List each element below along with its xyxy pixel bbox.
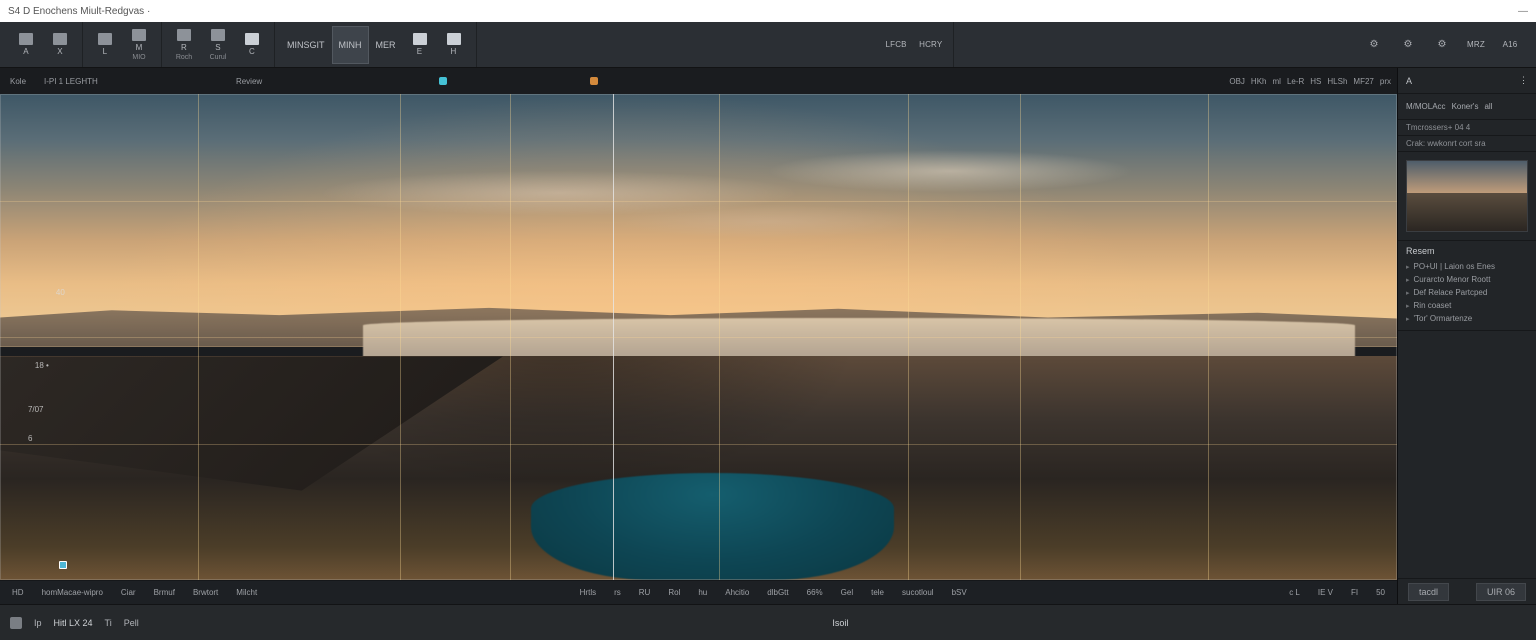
sp-property-row[interactable]: Def Relace Partcped (1406, 286, 1528, 299)
ruler-label: OBJ (1229, 77, 1245, 86)
status-item: Ti (105, 618, 112, 628)
infobar-review[interactable]: Review (232, 75, 266, 88)
ruler-label: HKh (1251, 77, 1267, 86)
gear-icon: ⚙ (1370, 39, 1379, 50)
ribbon-btn-a[interactable]: A (10, 27, 42, 63)
ribbon-btn-gear-2[interactable]: ⚙ (1392, 27, 1424, 63)
vb-item[interactable]: HD (8, 587, 28, 598)
gear-icon: ⚙ (1404, 39, 1413, 50)
sp-property-row[interactable]: 'Tor' Ormartenze (1406, 312, 1528, 325)
side-panel-tabs: M/MOLAcc Koner's all (1398, 94, 1536, 120)
ruler-label: HS (1310, 77, 1321, 86)
ribbon-btn-ais[interactable]: A16 (1494, 27, 1526, 63)
sp-section-title: Resem (1406, 246, 1528, 256)
viewer-infobar: Kole I-PI 1 LEGHTH Review OBJ HKh ml Le-… (0, 68, 1397, 94)
timeline-marker-amber[interactable] (590, 77, 598, 85)
status-mid-label: Isoil (832, 618, 848, 628)
ribbon-btn-lfcb[interactable]: LFCB (880, 27, 912, 63)
image-viewer[interactable]: 4018 •7/076 (0, 94, 1397, 580)
vb-item[interactable]: hu (694, 587, 711, 598)
vb-item[interactable]: Ahcitio (721, 587, 753, 598)
ruler-label: prx (1380, 77, 1391, 86)
sp-subline-1: Tmcrossers+ 04 4 (1398, 120, 1536, 136)
infobar-mode: Kole (6, 75, 30, 88)
ribbon-btn-e[interactable]: E (404, 27, 436, 63)
ribbon-btn-mio[interactable]: MMIO (123, 27, 155, 63)
vb-item[interactable]: Rol (664, 587, 684, 598)
vb-item[interactable]: sucotloul (898, 587, 938, 598)
timeline-marker-cyan[interactable] (439, 77, 447, 85)
sp-head-menu-icon[interactable]: ⋮ (1519, 75, 1528, 86)
vb-item[interactable]: Brmuf (150, 587, 179, 598)
preview-thumbnail[interactable] (1406, 160, 1528, 232)
ribbon-btn-roch[interactable]: RRoch (168, 27, 200, 63)
vb-item[interactable]: Hrtls (576, 587, 600, 598)
vb-item[interactable]: Milcht (232, 587, 261, 598)
vb-item[interactable]: bSV (948, 587, 971, 598)
canvas-image (0, 94, 1397, 580)
ribbon-btn-hcry[interactable]: HCRY (914, 27, 947, 63)
vb-zoom-value: 66% (803, 587, 827, 598)
sp-property-row[interactable]: PO+UI | Laion os Enes (1406, 260, 1528, 273)
ribbon-label-minsgit[interactable]: MINSGIT (281, 27, 331, 63)
ribbon-btn-inu[interactable]: C (236, 27, 268, 63)
ruler-label: HLSh (1327, 77, 1347, 86)
vb-item[interactable]: IE V (1314, 587, 1337, 598)
ruler-label: MF27 (1353, 77, 1373, 86)
vb-item[interactable]: dlbGtt (763, 587, 792, 598)
sp-subline-2: Crak: wwkonrt cort sra (1398, 136, 1536, 152)
ribbon-btn-x[interactable]: X (44, 27, 76, 63)
sp-ok-button[interactable]: UIR 06 (1476, 583, 1526, 601)
side-panel: A ⋮ M/MOLAcc Koner's all Tmcrossers+ 04 … (1398, 68, 1536, 604)
vb-item[interactable]: c L (1285, 587, 1304, 598)
vb-item[interactable]: Brwtort (189, 587, 222, 598)
sp-tab[interactable]: Koner's (1452, 102, 1479, 111)
ribbon-btn-gear-3[interactable]: ⚙ (1426, 27, 1458, 63)
vb-item[interactable]: Gel (837, 587, 857, 598)
vb-item[interactable]: RU (635, 587, 655, 598)
sp-cancel-button[interactable]: tacdl (1408, 583, 1449, 601)
side-panel-head: A ⋮ (1398, 68, 1536, 94)
infobar-info: I-PI 1 LEGHTH (40, 75, 102, 88)
ribbon-btn-mrz[interactable]: MRZ (1460, 27, 1492, 63)
status-bar: Ip Hitl LX 24 Ti Pell Isoil (0, 604, 1536, 640)
window-sys-icons[interactable]: — (1518, 6, 1528, 17)
vb-item[interactable]: FI (1347, 587, 1362, 598)
vb-item[interactable]: homMacae-wipro (38, 587, 107, 598)
vb-item[interactable]: rs (610, 587, 625, 598)
window-title: S4 D Enochens Miult-Redgvas · (8, 6, 150, 17)
vb-item[interactable]: tele (867, 587, 888, 598)
status-item: Pell (124, 618, 139, 628)
window-titlebar: S4 D Enochens Miult-Redgvas · — (0, 0, 1536, 22)
viewer-bottom-bar: HD homMacae-wipro Ciar Brmuf Brwtort Mil… (0, 580, 1397, 604)
sp-tab[interactable]: all (1484, 102, 1492, 111)
status-item: Hitl LX 24 (54, 618, 93, 628)
ribbon-btn-l[interactable]: L (89, 27, 121, 63)
ribbon-btn-gear-1[interactable]: ⚙ (1358, 27, 1390, 63)
ruler-label: ml (1272, 77, 1280, 86)
ruler-label: Le-R (1287, 77, 1304, 86)
sp-head-icon-a[interactable]: A (1406, 76, 1412, 86)
sp-property-row[interactable]: Curarcto Menor Roott (1406, 273, 1528, 286)
gear-icon: ⚙ (1438, 39, 1447, 50)
crop-handle[interactable] (59, 561, 67, 569)
vb-item[interactable]: Ciar (117, 587, 140, 598)
status-icon[interactable] (10, 617, 22, 629)
vb-item[interactable]: 50 (1372, 587, 1389, 598)
sp-tab[interactable]: M/MOLAcc (1406, 102, 1446, 111)
top-ribbon: A X L MMIO RRoch SCurul C MINSGIT MINH M… (0, 22, 1536, 68)
ribbon-btn-curul[interactable]: SCurul (202, 27, 234, 63)
ribbon-label-mer[interactable]: MER (370, 27, 402, 63)
status-item: Ip (34, 618, 42, 628)
ribbon-label-minh[interactable]: MINH (333, 27, 368, 63)
ribbon-btn-h[interactable]: H (438, 27, 470, 63)
sp-property-row[interactable]: Rin coaset (1406, 299, 1528, 312)
